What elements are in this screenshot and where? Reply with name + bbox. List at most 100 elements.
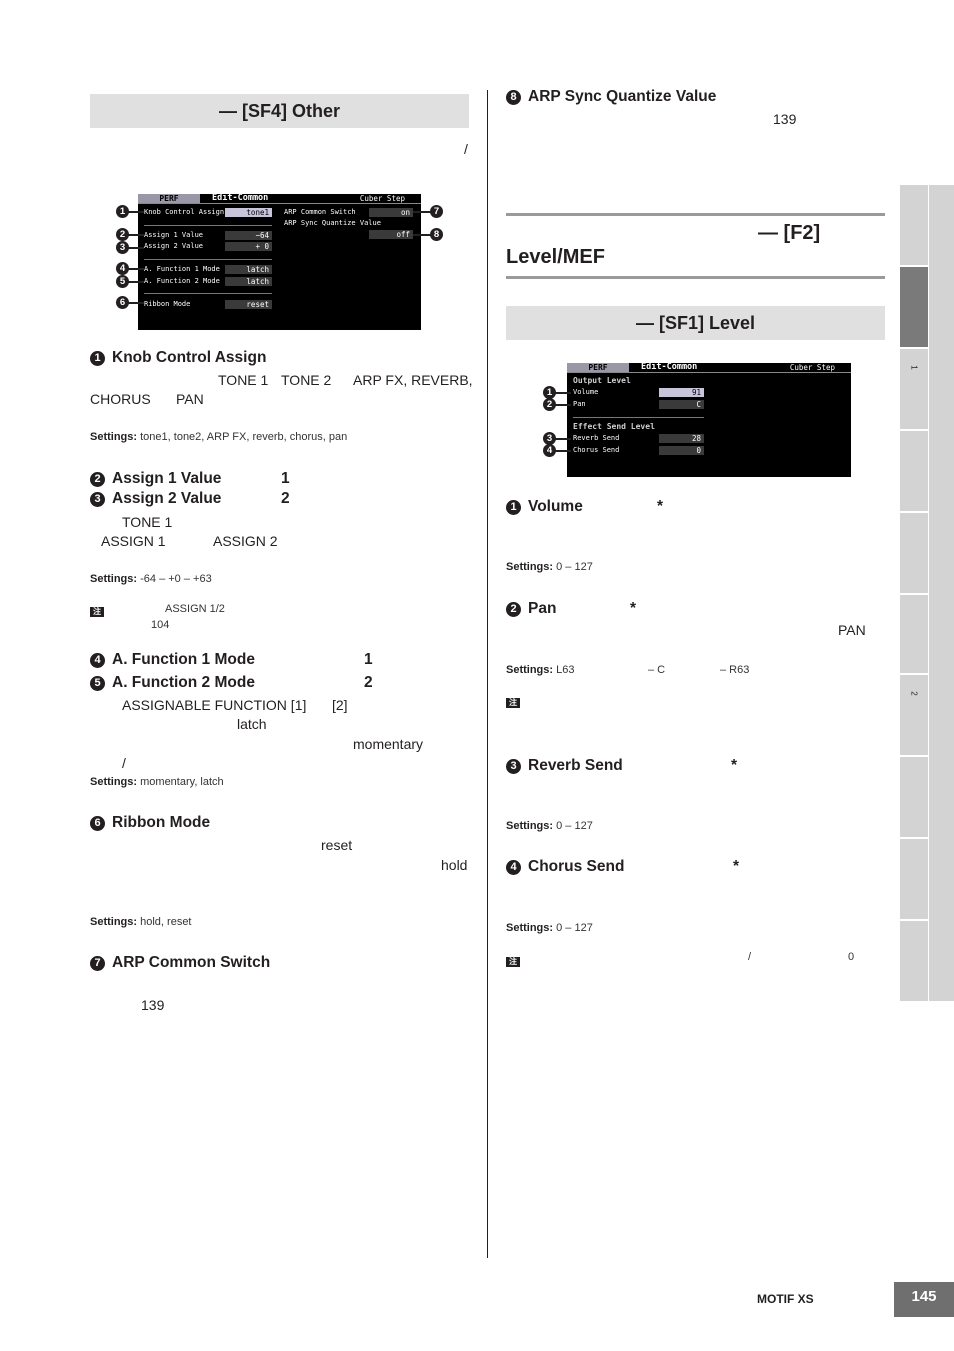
side-tab-active[interactable]: [900, 267, 928, 349]
lcd-page: Edit-Common: [641, 363, 698, 372]
side-tab[interactable]: [900, 921, 928, 1001]
text-fragment: *: [733, 858, 740, 875]
text-fragment: TONE 2: [281, 372, 332, 388]
side-tab[interactable]: [900, 185, 928, 267]
lcd-value: 0: [659, 446, 704, 455]
text-fragment: *: [657, 498, 664, 515]
note-icon: 注: [90, 607, 104, 617]
page-number: 145: [894, 1282, 954, 1317]
side-tab-strip: [929, 185, 954, 1001]
callout-6: 6: [116, 296, 129, 309]
text-fragment: [2]: [332, 697, 348, 713]
text-fragment: latch: [237, 716, 267, 732]
settings-ribbon: Settings: hold, reset: [90, 916, 192, 928]
side-tab[interactable]: [900, 595, 928, 675]
text-fragment: 2: [364, 674, 373, 691]
heading-a-function-2-mode: 5 A. Function 2 Mode: [90, 674, 255, 692]
lcd-label: A. Function 1 Mode: [144, 265, 220, 273]
lcd-value: reset: [225, 300, 272, 309]
heading-ribbon-mode: 6 Ribbon Mode: [90, 814, 210, 832]
side-tab-1[interactable]: 1: [900, 349, 928, 431]
text-fragment: ASSIGNABLE FUNCTION [1]: [122, 697, 307, 713]
lcd-label: A. Function 2 Mode: [144, 277, 220, 285]
section-header-sf1-level: — [SF1] Level: [506, 306, 885, 340]
chapter-rule-bottom: [506, 276, 885, 279]
text-fragment: *: [731, 757, 738, 774]
heading-a-function-1-mode: 4 A. Function 1 Mode: [90, 651, 255, 669]
lcd-value: on: [369, 208, 413, 217]
text-fragment: – C: [648, 664, 666, 676]
lcd-value: latch: [225, 277, 272, 286]
text-fragment: ASSIGN 2: [213, 533, 278, 549]
heading-pan: 2 Pan: [506, 600, 556, 618]
text-fragment: /: [122, 755, 126, 771]
lcd-value: latch: [225, 265, 272, 274]
text-fragment: ASSIGN 1/2: [165, 603, 225, 615]
text-fragment: ASSIGN 1: [101, 533, 166, 549]
side-tab-2[interactable]: 2: [900, 675, 928, 757]
lcd-performance-name: Cuber Step: [789, 363, 835, 372]
callout-7: 7: [430, 205, 443, 218]
lcd-heading: Output Level: [573, 376, 631, 385]
callout-1: 1: [116, 205, 129, 218]
lcd-value: C: [659, 400, 704, 409]
chapter-rule-top: [506, 213, 885, 216]
side-tab[interactable]: [900, 431, 928, 513]
text-fragment: TONE 1: [218, 372, 269, 388]
side-tab[interactable]: [900, 757, 928, 839]
lcd-label: Chorus Send: [573, 446, 620, 454]
callout-8: 8: [430, 228, 443, 241]
settings-assign: Settings: -64 – +0 – +63: [90, 573, 212, 585]
lcd-value: off: [369, 230, 413, 239]
lcd-heading: Effect Send Level: [573, 422, 655, 431]
lcd-screen-level: PERF Edit-Common Cuber Step Output Level V…: [567, 363, 851, 477]
lcd-performance-name: Cuber Step: [359, 194, 405, 203]
note-icon: 注: [506, 698, 520, 708]
heading-chorus-send: 4 Chorus Send: [506, 858, 624, 876]
text-fragment: reset: [321, 837, 353, 853]
side-tab[interactable]: [900, 839, 928, 921]
text-fragment: hold: [441, 857, 468, 873]
text-fragment: 139: [141, 997, 165, 1013]
text-fragment: 0: [848, 951, 855, 963]
side-tab[interactable]: [900, 513, 928, 595]
heading-assign-2-value: 3 Assign 2 Value: [90, 490, 221, 508]
text-fragment: /: [464, 141, 468, 157]
heading-assign-1-value: 2 Assign 1 Value: [90, 470, 221, 488]
text-fragment: *: [630, 600, 637, 617]
text-fragment: 1: [281, 470, 290, 487]
footer-product-name: MOTIF XS: [757, 1292, 814, 1306]
text-fragment: – R63: [720, 664, 750, 676]
lcd-mode: PERF: [567, 363, 629, 372]
lcd-label: Volume: [573, 388, 599, 396]
lcd-label: ARP Sync Quantize Value: [284, 219, 381, 227]
callout-4: 4: [116, 262, 129, 275]
lcd-label: Assign 1 Value: [144, 231, 204, 239]
column-divider: [487, 90, 488, 1258]
callout-5: 5: [116, 275, 129, 288]
lcd-label: Reverb Send: [573, 434, 620, 442]
lcd-value: + 0: [225, 242, 272, 251]
text-fragment: 1: [364, 651, 373, 668]
lcd-label: ARP Common Switch: [284, 208, 356, 216]
text-fragment: CHORUS: [90, 391, 151, 407]
heading-arp-sync-quantize-value: 8 ARP Sync Quantize Value: [506, 88, 716, 106]
settings-volume: Settings: 0 – 127: [506, 561, 593, 573]
heading-volume: 1 Volume: [506, 498, 583, 516]
lcd-page: Edit-Common: [212, 194, 269, 203]
section-header-sf4-other: — [SF4] Other: [90, 94, 469, 128]
callout-3: 3: [116, 241, 129, 254]
chapter-title-f2: — [F2]: [758, 222, 821, 244]
lcd-screen-other: PERF Edit-Common Cuber Step Knob Control A…: [138, 194, 421, 330]
callout-4: 4: [543, 444, 556, 457]
heading-arp-common-switch: 7 ARP Common Switch: [90, 954, 270, 972]
text-fragment: ARP FX, REVERB,: [353, 372, 473, 388]
callout-2: 2: [116, 228, 129, 241]
lcd-value: tone1: [225, 208, 272, 217]
text-fragment: 104: [151, 619, 170, 631]
callout-2: 2: [543, 398, 556, 411]
text-fragment: PAN: [176, 391, 204, 407]
text-fragment: 2: [281, 490, 290, 507]
lcd-value: 28: [659, 434, 704, 443]
text-fragment: /: [748, 951, 752, 963]
